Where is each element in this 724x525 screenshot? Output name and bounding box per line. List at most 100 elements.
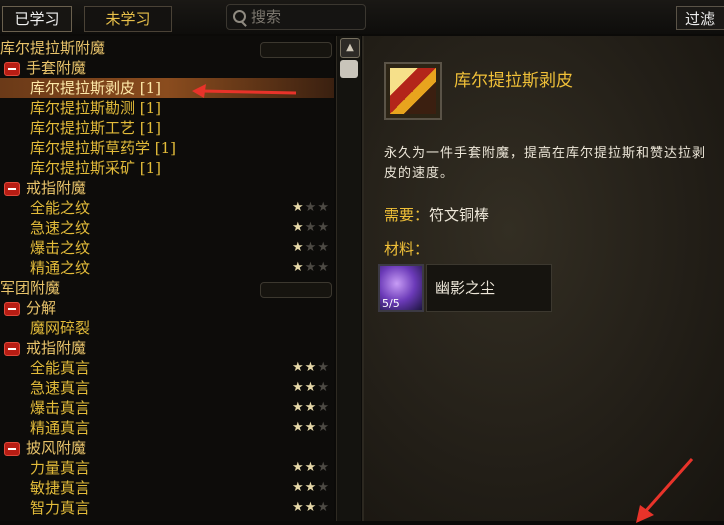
recipe-row[interactable]: 库尔提拉斯工艺 [1] bbox=[0, 118, 334, 138]
star-icon: ★ bbox=[304, 460, 318, 475]
recipe-row[interactable]: 库尔提拉斯勘测 [1] bbox=[0, 98, 334, 118]
scroll-thumb[interactable] bbox=[340, 60, 358, 78]
search-box[interactable] bbox=[226, 4, 366, 30]
rank-stars: ★★★ bbox=[292, 218, 330, 238]
row-label: 库尔提拉斯草药学 [1] bbox=[30, 139, 177, 157]
row-label: 披风附魔 bbox=[26, 439, 87, 457]
search-input[interactable] bbox=[249, 6, 363, 28]
row-label: 戒指附魔 bbox=[26, 179, 87, 197]
recipe-row[interactable]: 力量真言 ★★★ bbox=[0, 458, 334, 478]
row-label: 库尔提拉斯勘测 [1] bbox=[30, 99, 162, 117]
category-header[interactable]: 库尔提拉斯附魔 bbox=[0, 38, 334, 58]
tab-unlearned[interactable]: 未学习 bbox=[84, 6, 172, 32]
star-icon: ★ bbox=[317, 260, 330, 275]
recipe-row[interactable]: 敏捷真言 ★★★ bbox=[0, 478, 334, 498]
row-label: 爆击真言 bbox=[30, 399, 91, 417]
category-progress-bar bbox=[260, 42, 332, 58]
collapse-icon[interactable] bbox=[4, 182, 20, 196]
star-icon: ★ bbox=[292, 400, 305, 415]
filter-button[interactable]: 过滤 bbox=[676, 6, 724, 30]
row-label: 分解 bbox=[26, 299, 57, 317]
rank-stars: ★★★ bbox=[292, 478, 330, 498]
category-header[interactable]: 军团附魔 bbox=[0, 278, 334, 298]
star-icon: ★ bbox=[292, 380, 305, 395]
subcategory-row[interactable]: 披风附魔 bbox=[0, 438, 334, 458]
row-label: 手套附魔 bbox=[26, 59, 87, 77]
scroll-up-button[interactable]: ▲ bbox=[340, 38, 360, 58]
recipe-row[interactable]: 爆击之纹 ★★★ bbox=[0, 238, 334, 258]
recipe-row[interactable]: 库尔提拉斯采矿 [1] bbox=[0, 158, 334, 178]
row-label: 魔网碎裂 bbox=[30, 319, 91, 337]
subcategory-row[interactable]: 手套附魔 bbox=[0, 58, 334, 78]
category-progress-bar bbox=[260, 282, 332, 298]
star-icon: ★ bbox=[304, 420, 318, 435]
star-icon: ★ bbox=[304, 200, 318, 215]
recipe-row[interactable]: 急速真言 ★★★ bbox=[0, 378, 334, 398]
row-label: 库尔提拉斯工艺 [1] bbox=[30, 119, 162, 137]
row-label: 力量真言 bbox=[30, 459, 91, 477]
star-icon: ★ bbox=[292, 240, 305, 255]
recipe-icon bbox=[384, 62, 442, 120]
star-icon: ★ bbox=[304, 400, 318, 415]
star-icon: ★ bbox=[317, 420, 330, 435]
star-icon: ★ bbox=[317, 200, 330, 215]
star-icon: ★ bbox=[304, 500, 318, 515]
recipe-list-scrollbar[interactable]: ▲ bbox=[336, 36, 361, 521]
collapse-icon[interactable] bbox=[4, 302, 20, 316]
rank-stars: ★★★ bbox=[292, 258, 330, 278]
row-label: 爆击之纹 bbox=[30, 239, 91, 257]
material-count: 5/5 bbox=[382, 297, 400, 310]
star-icon: ★ bbox=[317, 380, 330, 395]
row-label: 急速真言 bbox=[30, 379, 91, 397]
search-icon bbox=[233, 10, 246, 23]
subcategory-row[interactable]: 分解 bbox=[0, 298, 334, 318]
star-icon: ★ bbox=[304, 380, 318, 395]
row-label: 敏捷真言 bbox=[30, 479, 91, 497]
recipe-row[interactable]: 库尔提拉斯草药学 [1] bbox=[0, 138, 334, 158]
requires-label: 需要： bbox=[384, 206, 430, 224]
row-label: 精通真言 bbox=[30, 419, 91, 437]
star-icon: ★ bbox=[304, 360, 318, 375]
row-label: 全能真言 bbox=[30, 359, 91, 377]
recipe-detail-panel: 库尔提拉斯剥皮 永久为一件手套附魔，提高在库尔提拉斯和赞达拉剥皮的速度。 需要：… bbox=[362, 36, 724, 521]
subcategory-row[interactable]: 戒指附魔 bbox=[0, 178, 334, 198]
recipe-row[interactable]: 精通真言 ★★★ bbox=[0, 418, 334, 438]
recipe-row[interactable]: 精通之纹 ★★★ bbox=[0, 258, 334, 278]
row-label: 戒指附魔 bbox=[26, 339, 87, 357]
recipe-row[interactable]: 全能之纹 ★★★ bbox=[0, 198, 334, 218]
row-label: 全能之纹 bbox=[30, 199, 91, 217]
star-icon: ★ bbox=[317, 240, 330, 255]
row-label: 库尔提拉斯剥皮 [1] bbox=[30, 79, 162, 97]
recipe-row[interactable]: 爆击真言 ★★★ bbox=[0, 398, 334, 418]
rank-stars: ★★★ bbox=[292, 238, 330, 258]
recipe-row[interactable]: 智力真言 ★★★ bbox=[0, 498, 334, 518]
collapse-icon[interactable] bbox=[4, 342, 20, 356]
recipe-row[interactable]: 全能真言 ★★★ bbox=[0, 358, 334, 378]
collapse-icon[interactable] bbox=[4, 442, 20, 456]
rank-stars: ★★★ bbox=[292, 358, 330, 378]
star-icon: ★ bbox=[292, 260, 305, 275]
row-label: 精通之纹 bbox=[30, 259, 91, 277]
star-icon: ★ bbox=[292, 500, 305, 515]
rank-stars: ★★★ bbox=[292, 398, 330, 418]
collapse-icon[interactable] bbox=[4, 62, 20, 76]
star-icon: ★ bbox=[292, 480, 305, 495]
requires-line: 需要：符文铜棒 bbox=[384, 204, 489, 225]
star-icon: ★ bbox=[304, 220, 318, 235]
star-icon: ★ bbox=[317, 500, 330, 515]
recipe-row[interactable]: 魔网碎裂 bbox=[0, 318, 334, 338]
star-icon: ★ bbox=[304, 240, 318, 255]
star-icon: ★ bbox=[292, 220, 305, 235]
rank-stars: ★★★ bbox=[292, 458, 330, 478]
rank-stars: ★★★ bbox=[292, 418, 330, 438]
row-label: 库尔提拉斯采矿 [1] bbox=[30, 159, 162, 177]
row-label: 军团附魔 bbox=[0, 279, 61, 297]
subcategory-row[interactable]: 戒指附魔 bbox=[0, 338, 334, 358]
top-bar: 已学习 未学习 过滤 bbox=[0, 0, 724, 34]
materials-label: 材料： bbox=[384, 240, 430, 258]
recipe-row[interactable]: 库尔提拉斯剥皮 [1] bbox=[0, 78, 334, 98]
tab-learned[interactable]: 已学习 bbox=[2, 6, 72, 32]
recipe-row[interactable]: 急速之纹 ★★★ bbox=[0, 218, 334, 238]
star-icon: ★ bbox=[292, 420, 305, 435]
row-label: 急速之纹 bbox=[30, 219, 91, 237]
